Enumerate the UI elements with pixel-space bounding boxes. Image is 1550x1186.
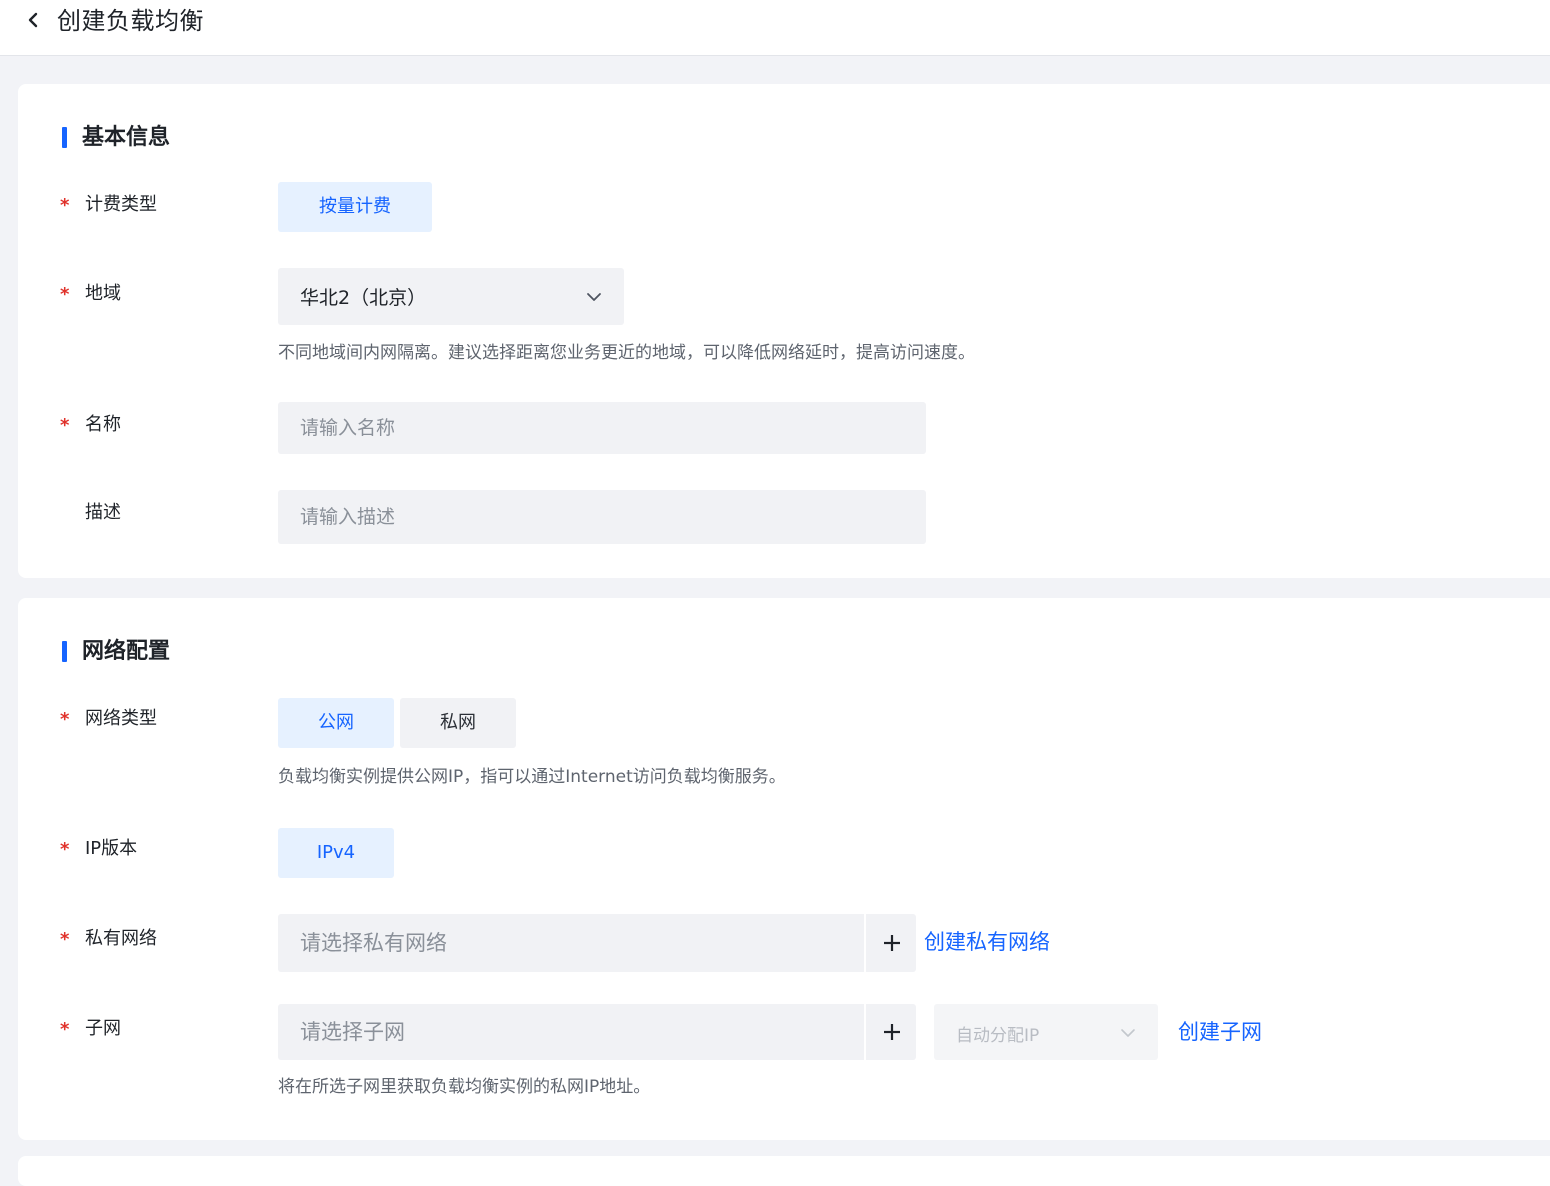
region-hint: 不同地域间内网隔离。建议选择距离您业务更近的地域，可以降低网络延时，提高访问速度… (278, 343, 975, 363)
required-mark: * (60, 284, 70, 305)
next-section-card (18, 1156, 1550, 1186)
network-type-hint: 负载均衡实例提供公网IP，指可以通过Internet访问负载均衡服务。 (278, 767, 786, 787)
page-header: 创建负载均衡 (0, 0, 1550, 56)
required-mark: * (60, 1019, 70, 1040)
description-label: 描述 (85, 502, 121, 523)
name-input[interactable] (278, 402, 926, 454)
section-title-text: 网络配置 (82, 639, 171, 664)
name-label: 名称 (85, 414, 121, 435)
required-mark: * (60, 839, 70, 860)
ip-assignment-select: 自动分配IP (934, 1004, 1158, 1060)
required-mark: * (60, 195, 70, 216)
required-mark: * (60, 709, 70, 730)
section-title-network-config: 网络配置 (62, 638, 170, 666)
back-chevron-left-icon[interactable] (26, 10, 42, 30)
ip-assignment-value: 自动分配IP (956, 1026, 1040, 1046)
create-vpc-link[interactable]: 创建私有网络 (924, 928, 1050, 956)
subnet-hint: 将在所选子网里获取负载均衡实例的私网IP地址。 (278, 1077, 651, 1097)
subnet-label: 子网 (85, 1018, 121, 1039)
network-type-option-private[interactable]: 私网 (400, 698, 516, 748)
billing-option-pay-as-you-go[interactable]: 按量计费 (278, 182, 432, 232)
network-type-option-public[interactable]: 公网 (278, 698, 394, 748)
region-select-value: 华北2（北京） (300, 287, 427, 309)
chevron-down-icon (1121, 1029, 1135, 1037)
ip-version-option-ipv4[interactable]: IPv4 (278, 828, 394, 878)
section-accent-bar (62, 641, 67, 662)
required-mark: * (60, 929, 70, 950)
basic-info-card: 基本信息 * 计费类型 按量计费 * 地域 华北2（北京） 不同地域间内网隔离。… (18, 84, 1550, 578)
add-subnet-button[interactable] (864, 1004, 916, 1060)
section-title-text: 基本信息 (82, 125, 171, 150)
page-title: 创建负载均衡 (57, 7, 204, 35)
description-input[interactable] (278, 490, 926, 544)
plus-icon (884, 1024, 900, 1040)
subnet-select-input[interactable] (278, 1004, 864, 1060)
section-title-basic-info: 基本信息 (62, 124, 170, 152)
region-select[interactable]: 华北2（北京） (278, 268, 624, 325)
network-config-card: 网络配置 * 网络类型 公网 私网 负载均衡实例提供公网IP，指可以通过Inte… (18, 598, 1550, 1140)
billing-type-label: 计费类型 (85, 194, 157, 215)
required-mark: * (60, 415, 70, 436)
vpc-label: 私有网络 (85, 928, 157, 949)
ip-version-label: IP版本 (85, 838, 138, 859)
region-label: 地域 (85, 283, 121, 304)
vpc-select-input[interactable] (278, 914, 864, 972)
add-vpc-button[interactable] (864, 914, 916, 972)
create-subnet-link[interactable]: 创建子网 (1178, 1018, 1262, 1046)
section-accent-bar (62, 127, 67, 148)
chevron-down-icon (587, 293, 601, 301)
plus-icon (884, 935, 900, 951)
network-type-label: 网络类型 (85, 708, 157, 729)
